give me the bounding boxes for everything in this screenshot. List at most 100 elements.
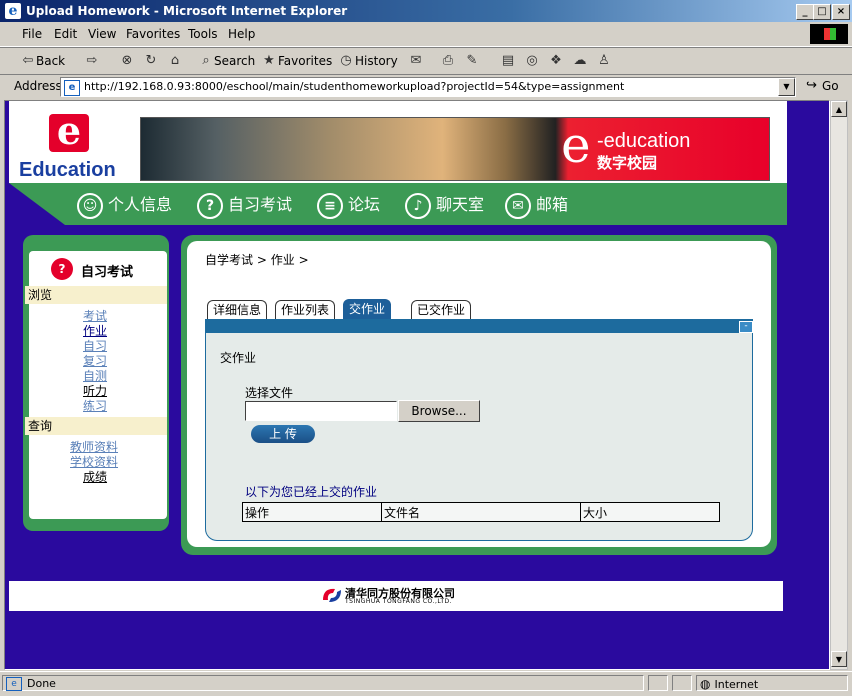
page-viewport: e Education e -education 数字校园 ☺ 个人信息 ? 自习考… (4, 100, 830, 670)
nav-forum[interactable]: ≡ 论坛 (317, 191, 380, 219)
breadcrumb-root[interactable]: 自学考试 (205, 253, 253, 267)
menu-help[interactable]: Help (228, 27, 255, 41)
logo-text: Education (19, 159, 116, 181)
favorites-icon[interactable]: ★ (261, 53, 277, 69)
file-label: 选择文件 (245, 386, 294, 400)
edit-icon[interactable]: ✎ (464, 53, 480, 69)
breadcrumb-separator: > (256, 253, 267, 267)
favorites-button[interactable]: Favorites (278, 54, 332, 68)
status-text-panel: e Done (2, 675, 644, 691)
sidebar-title: 自习考试 (81, 265, 134, 280)
forward-arrow-icon[interactable]: ⇨ (84, 53, 100, 69)
history-button[interactable]: History (355, 54, 398, 68)
breadcrumb-current[interactable]: 作业 (271, 253, 295, 267)
menu-view[interactable]: View (88, 27, 116, 41)
submitted-list-label: 以下为您已经上交的作业 (245, 485, 378, 499)
scroll-up-icon[interactable]: ▲ (831, 101, 847, 117)
menu-file[interactable]: File (22, 27, 42, 41)
minimize-button[interactable]: _ (796, 4, 814, 20)
menu-favorites[interactable]: Favorites (126, 27, 180, 41)
question-icon: ? (197, 192, 223, 219)
zone-text: Internet (714, 678, 759, 691)
window-title: Upload Homework - Microsoft Internet Exp… (26, 4, 348, 18)
nav-chat[interactable]: ♪ 聊天室 (405, 191, 484, 219)
refresh-icon[interactable]: ↻ (143, 53, 159, 69)
menu-tools[interactable]: Tools (188, 27, 218, 41)
tab-homework-list[interactable]: 作业列表 (275, 300, 336, 319)
search-icon[interactable]: ⌕ (198, 53, 214, 69)
status-bar: e Done ◍ Internet (0, 671, 852, 696)
sidebar-section-browse: 浏览 (25, 286, 167, 304)
home-icon[interactable]: ⌂ (167, 53, 183, 69)
back-button[interactable]: Back (36, 54, 65, 68)
column-header-filename: 文件名 (381, 502, 581, 522)
sidebar-item-grades[interactable]: 成绩 (83, 468, 107, 485)
scroll-down-icon[interactable]: ▼ (831, 651, 847, 667)
self-study-icon: ? (51, 258, 73, 280)
banner-image: e -education 数字校园 (140, 117, 770, 181)
form-title: 交作业 (220, 351, 257, 365)
microphone-icon: ♪ (405, 192, 431, 219)
research-icon[interactable]: ❖ (548, 53, 564, 69)
search-button[interactable]: Search (214, 54, 255, 68)
maximize-button[interactable]: □ (813, 4, 831, 20)
nav-profile-label: 个人信息 (108, 195, 173, 214)
go-button[interactable]: Go (822, 79, 839, 93)
sidebar-item-practice[interactable]: 练习 (83, 397, 107, 414)
close-button[interactable]: × (832, 4, 850, 20)
banner-subtitle: 数字校园 (597, 154, 658, 172)
submitted-files-table: 操作 文件名 大小 (242, 502, 720, 522)
status-panel (648, 675, 668, 691)
messenger-icon[interactable]: ☁ (572, 53, 588, 69)
tab-details[interactable]: 详细信息 (207, 300, 268, 319)
discuss-icon[interactable]: ▤ (500, 53, 516, 69)
menu-bar: File Edit View Favorites Tools Help (0, 22, 852, 47)
breadcrumb-separator: > (298, 253, 309, 267)
title-bar: e Upload Homework - Microsoft Internet E… (0, 0, 852, 22)
logo-e-icon: e (49, 112, 89, 152)
browse-button[interactable]: Browse... (398, 400, 480, 422)
upload-button[interactable]: 上 传 (251, 425, 315, 443)
stop-icon[interactable]: ⊗ (119, 53, 135, 69)
address-input[interactable]: e http://192.168.0.93:8000/eschool/main/s… (60, 77, 796, 97)
print-icon[interactable]: ⎙ (440, 53, 456, 69)
nav-mail-label: 邮箱 (536, 195, 569, 214)
menu-edit[interactable]: Edit (54, 27, 77, 41)
zone-panel: ◍ Internet (696, 675, 848, 691)
tab-submit-homework[interactable]: 交作业 (343, 299, 392, 320)
nav-chat-label: 聊天室 (436, 195, 485, 214)
vertical-scrollbar[interactable]: ▲ ▼ (830, 100, 848, 670)
related-icon[interactable]: ◎ (524, 53, 540, 69)
user-icon[interactable]: ♙ (596, 53, 612, 69)
table-header-row: 操作 文件名 大小 (242, 502, 720, 522)
status-text: Done (27, 677, 56, 690)
back-arrow-icon[interactable]: ⇦ (20, 53, 36, 69)
go-arrow-icon[interactable]: ↪ (806, 78, 817, 93)
main-nav: ☺ 个人信息 ? 自习考试 ≡ 论坛 ♪ 聊天室 ✉ 邮箱 (9, 183, 787, 225)
banner-e: e (561, 117, 591, 174)
mail-icon[interactable]: ✉ (408, 53, 424, 69)
address-bar: Address e http://192.168.0.93:8000/eschoo… (0, 74, 852, 99)
status-panel (672, 675, 692, 691)
mail-icon: ✉ (505, 192, 531, 219)
nav-self-study[interactable]: ? 自习考试 (197, 191, 292, 219)
address-dropdown-icon[interactable]: ▼ (778, 78, 795, 96)
page-icon: e (6, 677, 22, 691)
breadcrumb: 自学考试 > 作业 > (205, 251, 309, 268)
nav-forum-label: 论坛 (348, 195, 381, 214)
column-header-action: 操作 (242, 502, 382, 522)
history-icon[interactable]: ◷ (338, 53, 354, 69)
ie-logo-icon: e (5, 3, 21, 19)
windows-flag-icon (810, 24, 848, 44)
nav-profile[interactable]: ☺ 个人信息 (77, 191, 172, 219)
collapse-icon[interactable]: - (739, 321, 753, 333)
file-path-input[interactable] (245, 401, 397, 421)
address-url: http://192.168.0.93:8000/eschool/main/st… (84, 80, 625, 93)
person-icon: ☺ (77, 192, 103, 219)
footer-company-english: TSINGHUA TONGFANG CO.,LTD. (345, 598, 453, 605)
tab-submitted-homework[interactable]: 已交作业 (411, 300, 472, 319)
nav-mail[interactable]: ✉ 邮箱 (505, 191, 568, 219)
address-label: Address (14, 79, 62, 93)
tongfang-logo-icon (323, 588, 341, 602)
column-header-size: 大小 (580, 502, 720, 522)
